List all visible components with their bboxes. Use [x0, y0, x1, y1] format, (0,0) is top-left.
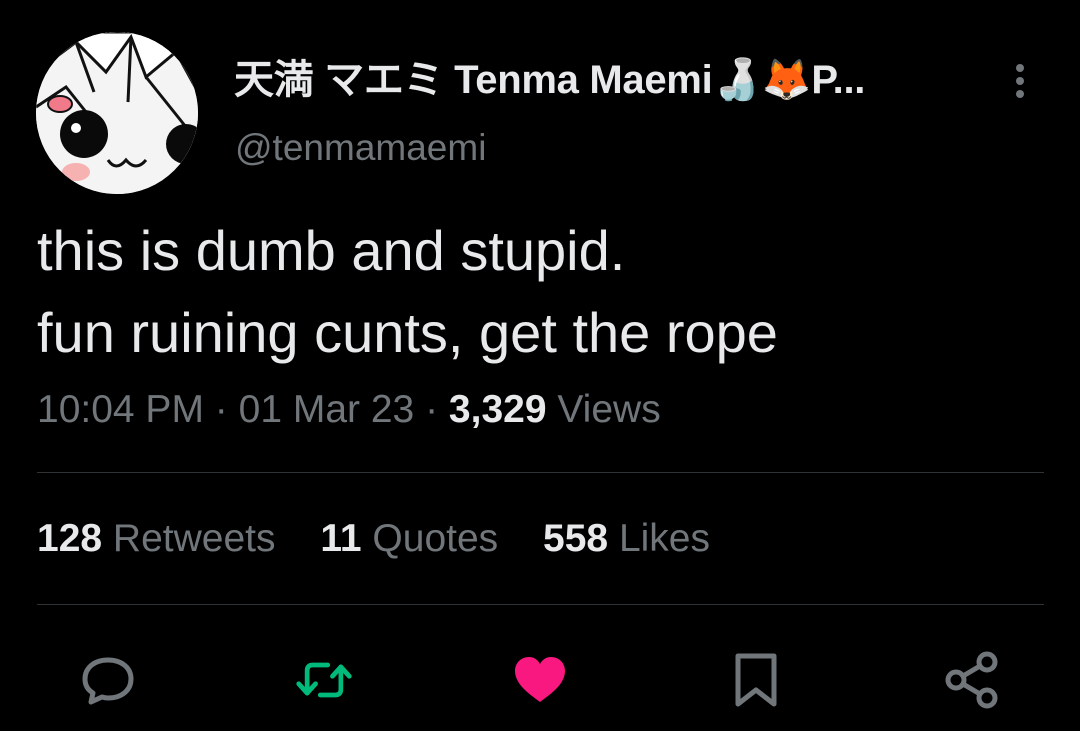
more-options-button[interactable]: [1002, 58, 1038, 102]
author-handle[interactable]: @tenmamaemi: [235, 126, 486, 170]
display-name-emoji: 🍶🦊: [712, 57, 812, 103]
quotes-count: 11: [320, 517, 362, 560]
tweet-time[interactable]: 10:04 PM: [37, 388, 204, 431]
share-button[interactable]: [942, 650, 1002, 710]
meta-separator: ·: [425, 388, 439, 431]
retweets-stat[interactable]: 128 Retweets: [37, 515, 276, 563]
display-name-truncated: P...: [811, 58, 866, 102]
quotes-stat[interactable]: 11 Quotes: [320, 515, 498, 563]
engagement-stats: 128 Retweets 11 Quotes 558 Likes: [37, 515, 744, 563]
share-icon: [945, 651, 998, 709]
retweet-button[interactable]: [294, 650, 354, 710]
display-name-text: 天満 マエミ Tenma Maemi: [234, 58, 713, 102]
bookmark-button[interactable]: [726, 650, 786, 710]
likes-count: 558: [543, 517, 609, 560]
retweets-count: 128: [37, 517, 103, 560]
more-dot-icon: [1016, 77, 1024, 85]
retweet-icon: [296, 662, 352, 698]
heart-icon: [515, 657, 565, 702]
reply-icon: [82, 657, 134, 705]
quotes-label: Quotes: [372, 517, 499, 560]
reply-button[interactable]: [78, 650, 138, 710]
tweet-meta: 10:04 PM · 01 Mar 23 · 3,329 Views: [37, 386, 661, 434]
bookmark-icon: [735, 653, 777, 707]
retweets-label: Retweets: [112, 517, 276, 560]
tweet-date[interactable]: 01 Mar 23: [239, 388, 415, 431]
author-display-name[interactable]: 天満 マエミ Tenma Maemi🍶🦊P...: [234, 56, 865, 104]
like-button[interactable]: [510, 650, 570, 710]
likes-label: Likes: [618, 517, 710, 560]
more-dot-icon: [1016, 64, 1024, 72]
divider: [37, 472, 1044, 473]
divider: [37, 604, 1044, 605]
likes-stat[interactable]: 558 Likes: [543, 515, 710, 563]
tweet-text: this is dumb and stupid. fun ruining cun…: [37, 210, 1047, 374]
views-count: 3,329: [448, 388, 547, 431]
views-label: Views: [557, 388, 661, 431]
anime-avatar-icon: [36, 32, 198, 194]
author-avatar[interactable]: [36, 32, 198, 194]
more-dot-icon: [1016, 90, 1024, 98]
tweet-text-line: this is dumb and stupid.: [37, 219, 626, 282]
tweet-text-line: fun ruining cunts, get the rope: [37, 301, 778, 364]
meta-separator: ·: [214, 388, 228, 431]
